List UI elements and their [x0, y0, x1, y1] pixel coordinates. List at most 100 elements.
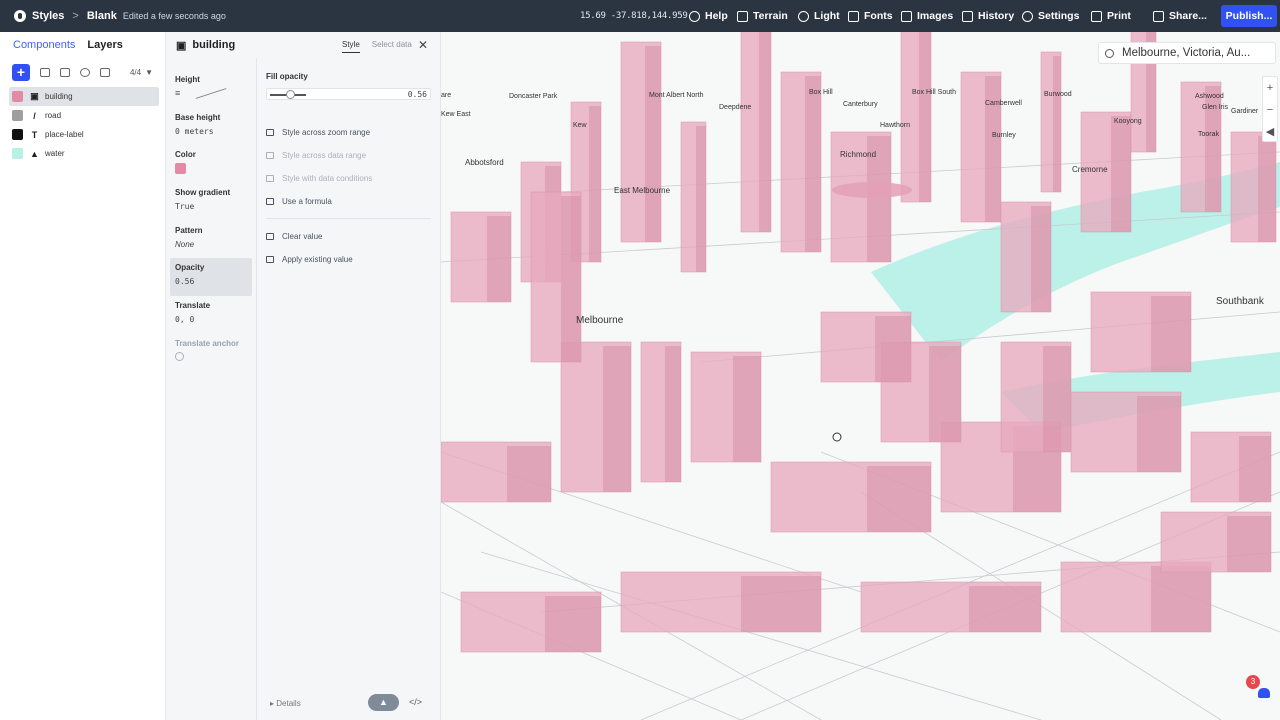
layer-item-road[interactable]: / road [9, 106, 159, 125]
details-toggle[interactable]: ▸ Details [270, 699, 301, 708]
height-expression-icon[interactable]: ≡ [175, 88, 247, 100]
add-layer-button[interactable]: + [12, 63, 30, 81]
light-button[interactable]: Light [798, 0, 840, 32]
building-side [1151, 296, 1191, 372]
zoom-in-icon[interactable]: + [1263, 77, 1277, 99]
building-side [696, 126, 706, 272]
layer-name: building [45, 92, 73, 101]
duplicate-layer-icon[interactable] [40, 67, 50, 77]
building-side [867, 466, 931, 532]
property-label: Show gradient [175, 188, 231, 198]
building-side [1239, 436, 1271, 502]
search-input[interactable]: Melbourne, Victoria, Au... [1122, 47, 1250, 59]
action-clear-value[interactable]: Clear value [266, 225, 431, 248]
layer-item-water[interactable]: ▲ water [9, 144, 159, 163]
property-base-height[interactable]: Base height 0 meters [170, 108, 252, 146]
light-icon [798, 10, 809, 22]
notification-bell-icon[interactable] [1258, 688, 1270, 698]
print-icon [1091, 10, 1102, 22]
layer-item-place-label[interactable]: Tplace-label [9, 125, 159, 144]
property-show-gradient[interactable]: Show gradient True [170, 183, 252, 221]
property-opacity[interactable]: Opacity 0.56 [170, 258, 252, 297]
property-value: None [175, 239, 195, 249]
tab-components[interactable]: Components [13, 39, 75, 51]
property-translate-anchor[interactable]: Translate anchor [170, 334, 252, 372]
property-label: Translate [175, 301, 211, 311]
map-place-label: Mont Albert North [649, 92, 704, 99]
delete-layer-icon[interactable] [100, 67, 110, 77]
tab-style[interactable]: Style [342, 40, 360, 53]
map-place-label: Gardiner [1231, 108, 1259, 115]
hide-layer-icon[interactable] [80, 67, 90, 77]
filter-icon[interactable]: ▼ [145, 68, 153, 77]
history-label: History [978, 10, 1015, 22]
tab-select-data[interactable]: Select data [372, 40, 412, 53]
map-canvas[interactable]: are Doncaster Park Mont Albert North Box Hi… [441, 32, 1280, 720]
opacity-value-input[interactable]: 0.56 [408, 90, 427, 99]
opacity-slider[interactable]: 0.56 [266, 88, 431, 100]
tab-layers[interactable]: Layers [87, 39, 122, 51]
option-use-a-formula[interactable]: Use a formula [266, 190, 431, 213]
fonts-button[interactable]: Fonts [848, 0, 893, 32]
anchor-icon[interactable] [175, 351, 184, 361]
building-side [805, 76, 821, 252]
map-place-label: Richmond [840, 150, 876, 159]
share-icon [1153, 10, 1164, 22]
share-button[interactable]: Share... [1153, 0, 1207, 32]
building-side [741, 576, 821, 632]
terrain-button[interactable]: Terrain [737, 0, 788, 32]
property-height[interactable]: Height ≡ [170, 70, 252, 108]
cursor-icon[interactable]: ▲ [368, 694, 399, 711]
app-title[interactable]: Styles [32, 10, 64, 22]
layer-name: road [45, 111, 62, 120]
option-icon [266, 198, 274, 205]
compass-icon[interactable]: ◀ [1263, 121, 1277, 143]
pan-cursor-icon [832, 432, 842, 442]
layer-item-building[interactable]: ▣ building [9, 87, 159, 106]
building-side [759, 32, 771, 232]
panel-tabs: Components Layers [0, 32, 165, 51]
property-value: 0, 0 [175, 315, 195, 325]
style-name[interactable]: Blank [87, 10, 117, 22]
styles-logo-icon[interactable] [14, 10, 26, 22]
print-button[interactable]: Print [1091, 0, 1131, 32]
close-icon[interactable]: ✕ [418, 38, 428, 52]
code-view-icon[interactable]: </> [409, 697, 422, 707]
map-search[interactable]: Melbourne, Victoria, Au... [1098, 42, 1276, 64]
terrain-label: Terrain [753, 10, 788, 22]
history-button[interactable]: History [962, 0, 1014, 32]
terrain-icon [737, 10, 748, 22]
property-color[interactable]: Color [170, 145, 252, 183]
option-icon [266, 175, 274, 182]
building-side [1258, 136, 1276, 242]
building-side [969, 586, 1041, 632]
images-button[interactable]: Images [901, 0, 953, 32]
slider-handle[interactable] [285, 90, 295, 99]
settings-button[interactable]: Settings [1022, 0, 1079, 32]
map-place-label: Kew [573, 122, 588, 129]
layer-color-swatch [12, 110, 23, 121]
property-translate[interactable]: Translate 0, 0 [170, 296, 252, 334]
publish-button[interactable]: Publish... [1221, 5, 1277, 27]
fonts-label: Fonts [864, 10, 893, 22]
property-pattern[interactable]: Pattern None [170, 221, 252, 259]
layer-color-swatch [12, 91, 23, 102]
group-layer-icon[interactable] [60, 67, 70, 77]
map-place-label: Doncaster Park [509, 93, 558, 100]
notification-badge[interactable]: 3 [1246, 675, 1260, 689]
action-apply-existing-value[interactable]: Apply existing value [266, 248, 431, 271]
building-side [1111, 116, 1131, 232]
breadcrumb-chevron-icon: > [72, 10, 79, 22]
option-label: Style across zoom range [282, 128, 371, 137]
properties-divider [256, 58, 257, 720]
properties-footer: ▸ Details ▲ </> [166, 686, 441, 720]
property-editor: Fill opacity 0.56 Style across zoom rang… [266, 72, 431, 271]
layer-toolbar: + 4/4 ▼ [0, 63, 165, 81]
map-place-label: Cremorne [1072, 165, 1108, 174]
map-3d-view[interactable]: are Doncaster Park Mont Albert North Box Hi… [441, 32, 1280, 720]
zoom-out-icon[interactable]: − [1263, 99, 1277, 121]
option-style-across-zoom-range[interactable]: Style across zoom range [266, 121, 431, 144]
option-icon [266, 152, 274, 159]
color-swatch[interactable] [175, 163, 186, 175]
help-button[interactable]: Help [689, 0, 728, 32]
